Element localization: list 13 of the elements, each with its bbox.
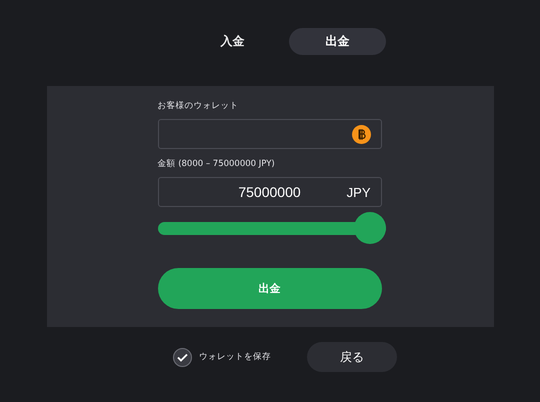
- slider-thumb[interactable]: [354, 212, 386, 244]
- save-wallet-label: ウォレットを保存: [199, 351, 272, 363]
- amount-label: 金額 (8000 – 75000000 JPY): [158, 158, 275, 170]
- save-wallet-checkbox[interactable]: [173, 348, 192, 366]
- amount-slider[interactable]: [158, 212, 386, 244]
- bitcoin-icon: [352, 124, 370, 144]
- tab[interactable]: 入金: [184, 28, 281, 55]
- back-button[interactable]: 戻る: [307, 342, 397, 372]
- tab[interactable]: 出金: [289, 28, 386, 55]
- wallet-label: お客様のウォレット: [158, 100, 238, 112]
- checkmark-icon: [177, 352, 188, 362]
- amount-field[interactable]: 75000000 JPY: [158, 177, 382, 207]
- wallet-field[interactable]: [158, 119, 382, 149]
